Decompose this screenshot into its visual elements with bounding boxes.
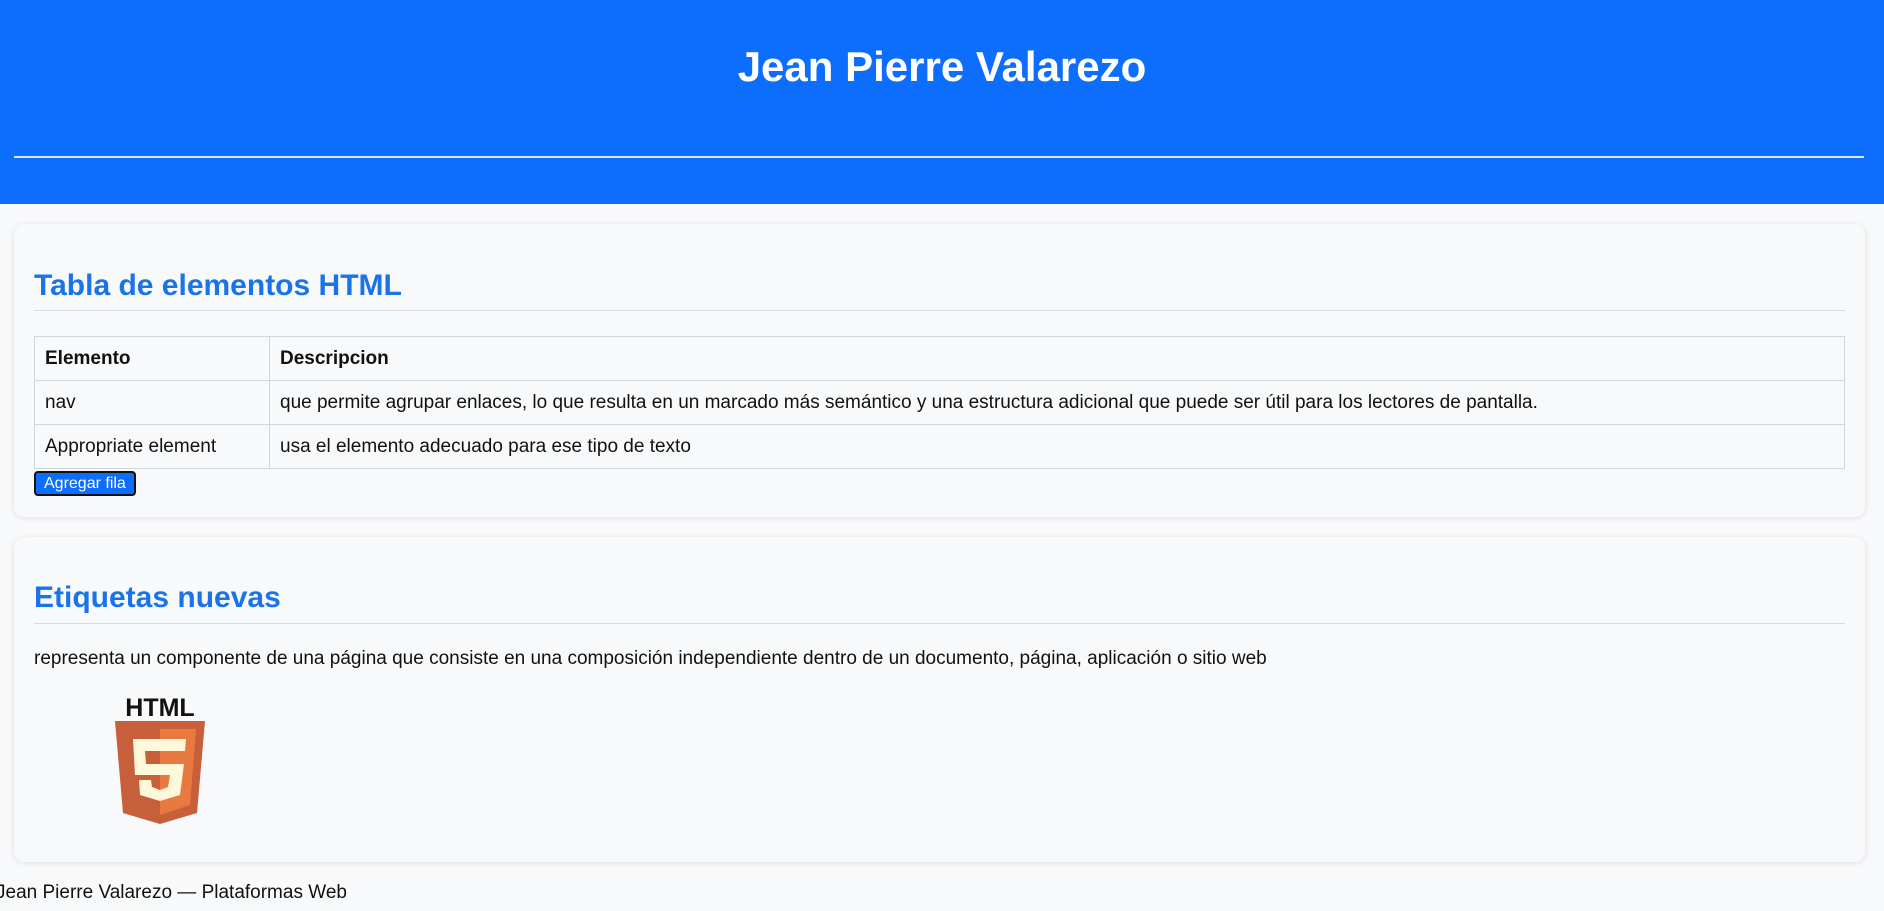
table-section-divider <box>34 310 1845 311</box>
table-cell-description: usa el elemento adecuado para ese tipo d… <box>269 424 1845 469</box>
new-tags-section: Etiquetas nuevas representa un component… <box>14 537 1865 862</box>
page-title: Jean Pierre Valarezo <box>737 43 1147 90</box>
html5-logo-icon: HTML <box>115 694 205 824</box>
table-section-title: Tabla de elementos HTML <box>34 269 402 302</box>
html5-logo-text: HTML <box>125 694 194 722</box>
table-row: Appropriate element usa el elemento adec… <box>34 424 1845 469</box>
table-cell-description: que permite agrupar enlaces, lo que resu… <box>269 380 1845 425</box>
html-elements-table: Elemento Descripcion nav que permite agr… <box>34 336 1845 469</box>
tags-description: representa un componente de una página q… <box>34 648 1267 669</box>
tags-section-title: Etiquetas nuevas <box>34 581 281 614</box>
html-elements-table-section: Tabla de elementos HTML Elemento Descrip… <box>14 224 1865 517</box>
table-row: nav que permite agrupar enlaces, lo que … <box>34 380 1845 425</box>
add-row-button[interactable]: Agregar fila <box>34 471 136 496</box>
site-header: Jean Pierre Valarezo <box>0 0 1884 204</box>
column-header-description: Descripcion <box>269 336 1845 381</box>
header-divider <box>14 156 1864 158</box>
table-cell-element: Appropriate element <box>34 424 270 469</box>
page-footer: Jean Pierre Valarezo — Plataformas Web <box>0 882 347 903</box>
html5-logo-five <box>133 739 186 801</box>
column-header-element: Elemento <box>34 336 270 381</box>
table-header-row: Elemento Descripcion <box>34 336 1845 381</box>
tags-section-divider <box>34 623 1845 624</box>
table-cell-element: nav <box>34 380 270 425</box>
